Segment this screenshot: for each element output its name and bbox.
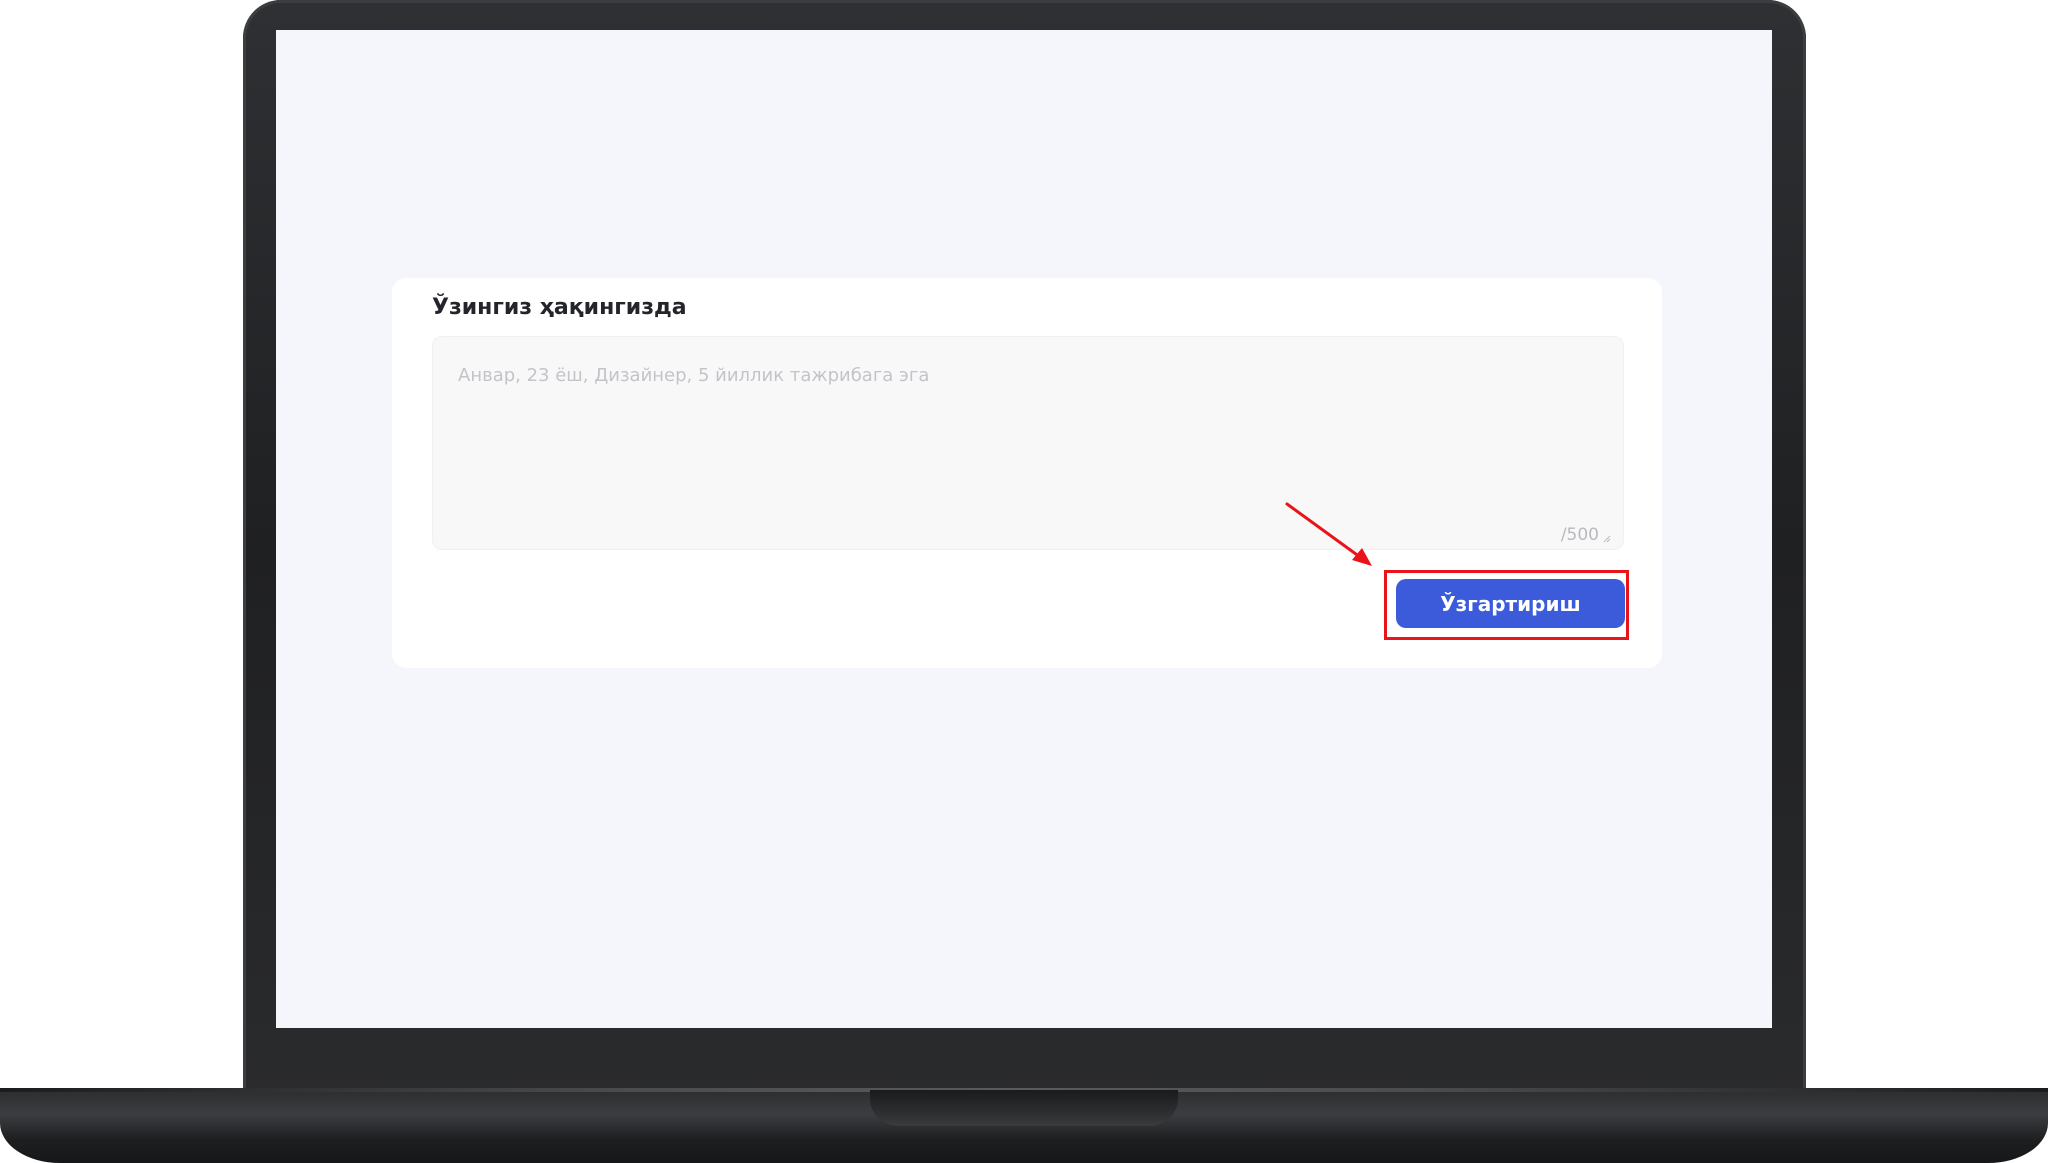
about-me-textarea[interactable] <box>433 337 1623 549</box>
character-counter-label: /500 <box>1560 525 1599 545</box>
stage: Ўзингиз ҳақингизда /500 Ўзгартириш <box>0 0 2048 1163</box>
resize-handle-icon[interactable] <box>1603 535 1611 543</box>
about-me-field-wrapper: /500 <box>432 336 1624 550</box>
about-me-card: Ўзингиз ҳақингизда /500 Ўзгартириш <box>392 278 1662 668</box>
change-button[interactable]: Ўзгартириш <box>1396 579 1625 628</box>
character-counter: /500 <box>1561 525 1611 545</box>
laptop-screen: Ўзингиз ҳақингизда /500 Ўзгартириш <box>276 30 1772 1028</box>
about-me-title: Ўзингиз ҳақингизда <box>432 295 687 320</box>
laptop-notch <box>870 1090 1178 1126</box>
